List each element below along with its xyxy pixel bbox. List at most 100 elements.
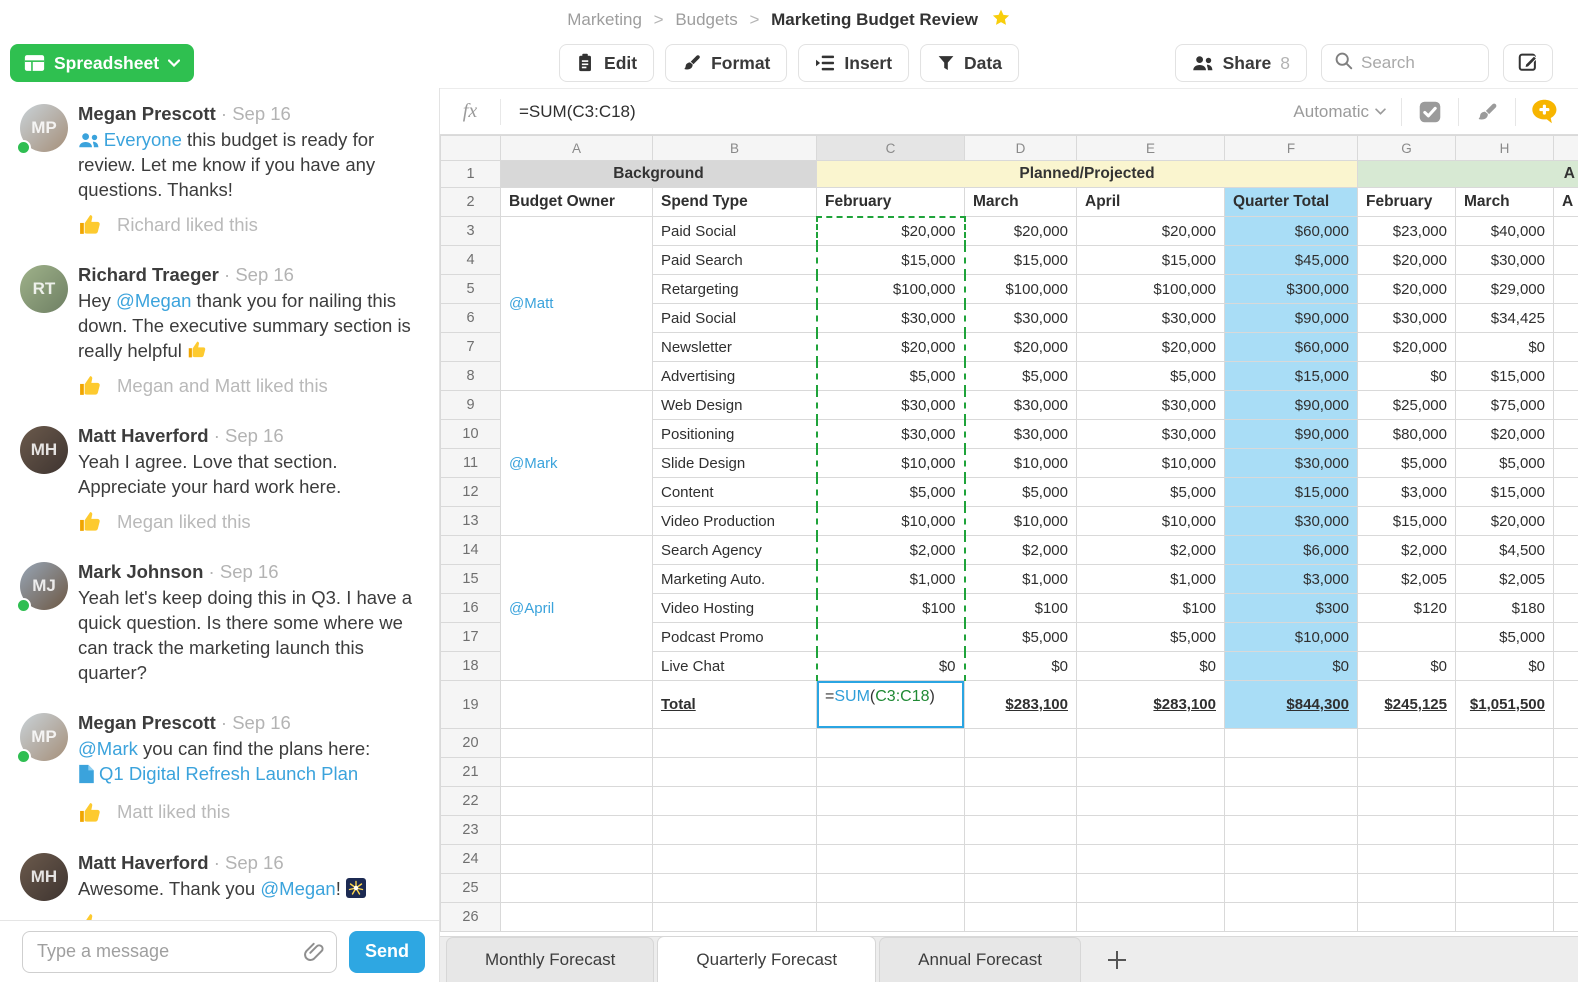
value-cell[interactable]: $100,000 [965,275,1077,304]
total-label-cell[interactable]: Total [653,681,817,729]
field-header-cell[interactable]: Budget Owner [501,188,653,217]
value-cell[interactable]: $30,000 [1456,246,1554,275]
column-header-A[interactable]: A [501,136,653,161]
budget-owner-cell[interactable]: @Matt [501,217,653,391]
field-header-cell[interactable]: February [1358,188,1456,217]
value-cell[interactable]: $40,000 [1456,217,1554,246]
field-header-cell[interactable]: February [817,188,965,217]
value-cell[interactable]: $20,000 [1077,333,1225,362]
value-cell[interactable]: $3,000 [1225,565,1358,594]
empty-cell[interactable] [1225,729,1358,758]
value-cell[interactable]: $10,000 [965,507,1077,536]
empty-cell[interactable] [1358,816,1456,845]
spend-type-cell[interactable]: Positioning [653,420,817,449]
value-cell[interactable]: $5,000 [965,478,1077,507]
value-cell[interactable]: $30,000 [965,391,1077,420]
empty-cell[interactable] [1554,903,1578,932]
edit-button[interactable]: Edit [559,44,654,82]
chat-message-list[interactable]: MPMegan Prescott · Sep 16 Everyone this … [0,88,439,920]
value-cell[interactable]: $0 [1358,362,1456,391]
search-input[interactable] [1361,53,1471,73]
empty-cell[interactable] [1077,874,1225,903]
column-header-partial[interactable] [1554,136,1578,161]
value-cell[interactable]: $20,000 [1358,246,1456,275]
empty-cell[interactable] [1554,333,1578,362]
empty-cell[interactable] [1456,787,1554,816]
value-cell[interactable]: $0 [1456,652,1554,681]
empty-cell[interactable] [1225,845,1358,874]
spend-type-cell[interactable]: Live Chat [653,652,817,681]
sheet-tab-quarterly-forecast[interactable]: Quarterly Forecast [657,936,876,982]
empty-cell[interactable] [965,816,1077,845]
value-cell[interactable]: $0 [1456,333,1554,362]
document-type-button[interactable]: Spreadsheet [10,44,194,82]
empty-cell[interactable] [1554,565,1578,594]
empty-cell[interactable] [1554,449,1578,478]
spend-type-cell[interactable]: Slide Design [653,449,817,478]
empty-cell[interactable] [501,787,653,816]
empty-cell[interactable] [1554,478,1578,507]
row-header-26[interactable]: 26 [441,903,501,932]
row-header-8[interactable]: 8 [441,362,501,391]
value-cell[interactable]: $2,000 [817,536,965,565]
value-cell[interactable]: $20,000 [1456,507,1554,536]
value-cell[interactable]: $90,000 [1225,420,1358,449]
empty-cell[interactable] [1077,816,1225,845]
value-cell[interactable]: $300 [1225,594,1358,623]
value-cell[interactable]: $3,000 [1358,478,1456,507]
spend-type-cell[interactable]: Marketing Auto. [653,565,817,594]
value-cell[interactable]: $30,000 [1225,507,1358,536]
value-cell[interactable]: $2,000 [1358,536,1456,565]
sheet-tab-annual-forecast[interactable]: Annual Forecast [879,937,1081,982]
row-header-20[interactable]: 20 [441,729,501,758]
value-cell[interactable]: $100,000 [1077,275,1225,304]
empty-cell[interactable] [1554,536,1578,565]
spend-type-cell[interactable]: Newsletter [653,333,817,362]
value-cell[interactable]: $34,425 [1456,304,1554,333]
value-cell[interactable]: $60,000 [1225,333,1358,362]
empty-cell[interactable] [817,816,965,845]
row-header-10[interactable]: 10 [441,420,501,449]
spend-type-cell[interactable]: Paid Social [653,217,817,246]
value-cell[interactable]: $1,000 [817,565,965,594]
value-cell[interactable]: $0 [1077,652,1225,681]
value-cell[interactable]: $0 [1225,652,1358,681]
empty-cell[interactable] [653,787,817,816]
empty-cell[interactable] [817,903,965,932]
value-cell[interactable]: $29,000 [1456,275,1554,304]
like-row[interactable]: Matt liked this [78,800,423,825]
row-header-23[interactable]: 23 [441,816,501,845]
value-cell[interactable]: $30,000 [1225,449,1358,478]
value-cell[interactable]: $15,000 [1077,246,1225,275]
row-header-16[interactable]: 16 [441,594,501,623]
active-formula-cell[interactable]: =SUM(C3:C18) [817,681,965,729]
empty-cell[interactable] [1456,758,1554,787]
value-cell[interactable]: $20,000 [1456,420,1554,449]
empty-cell[interactable] [1077,903,1225,932]
row-header-12[interactable]: 12 [441,478,501,507]
value-cell[interactable]: $15,000 [1358,507,1456,536]
empty-cell[interactable] [1554,623,1578,652]
row-header-9[interactable]: 9 [441,391,501,420]
empty-cell[interactable] [1077,787,1225,816]
field-header-cell[interactable]: Quarter Total [1225,188,1358,217]
value-cell[interactable]: $20,000 [1358,275,1456,304]
empty-cell[interactable] [501,681,653,729]
total-value-cell[interactable]: $283,100 [1077,681,1225,729]
value-cell[interactable]: $10,000 [817,507,965,536]
empty-cell[interactable] [501,758,653,787]
empty-cell[interactable] [653,903,817,932]
empty-cell[interactable] [965,903,1077,932]
value-cell[interactable] [817,623,965,652]
breadcrumb-marketing[interactable]: Marketing [567,10,642,29]
value-cell[interactable]: $10,000 [965,449,1077,478]
empty-cell[interactable] [965,787,1077,816]
empty-cell[interactable] [965,845,1077,874]
value-cell[interactable]: $20,000 [1358,333,1456,362]
empty-cell[interactable] [1077,729,1225,758]
value-cell[interactable]: $30,000 [817,304,965,333]
share-button[interactable]: Share 8 [1175,44,1307,82]
row-header-5[interactable]: 5 [441,275,501,304]
value-cell[interactable]: $5,000 [965,362,1077,391]
total-value-cell[interactable]: $844,300 [1225,681,1358,729]
